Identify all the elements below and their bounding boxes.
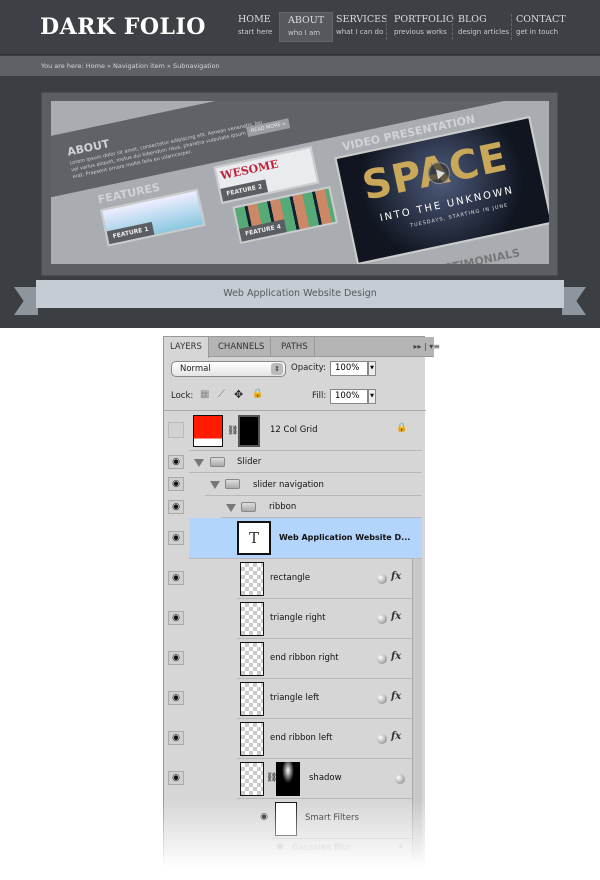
smart-filters-row[interactable]: Smart Filters	[272, 799, 422, 839]
layer-group-row[interactable]: slider navigation	[205, 473, 422, 496]
layer-group-row[interactable]: ribbon	[221, 496, 422, 518]
eye-icon[interactable]: ◉	[168, 691, 184, 705]
feature-2-label: FEATURE 2	[220, 179, 269, 202]
website-mockup: DARK FOLIO HOME start here ABOUT who I am …	[0, 0, 600, 328]
fx-icon: fx	[391, 571, 402, 582]
smart-object-thumbnail	[240, 602, 264, 636]
scrollbar[interactable]	[412, 559, 422, 859]
feature-1-label: FEATURE 1	[106, 221, 155, 245]
panel-menu-icon[interactable]: ▸▸ | ▾≡	[413, 342, 440, 351]
smart-object-thumbnail	[240, 722, 264, 756]
eye-icon[interactable]: ◉	[168, 500, 184, 514]
fx-icon: fx	[391, 651, 402, 662]
smart-object-thumbnail	[240, 562, 264, 596]
smart-object-thumbnail	[240, 642, 264, 676]
tab-layers[interactable]: LAYERS	[164, 337, 209, 358]
layer-row[interactable]: ⛓ 12 Col Grid 🔒	[189, 411, 422, 451]
opacity-input[interactable]: 100%	[330, 361, 368, 376]
blending-options-icon: ≚	[398, 843, 404, 851]
testimonials-heading: TESTIMONIALS	[428, 246, 522, 264]
ribbon-end-left	[14, 287, 38, 315]
smart-filter-icon	[377, 694, 387, 704]
layer-group-row[interactable]: Slider	[189, 451, 422, 473]
eye-icon[interactable]: ◉	[168, 611, 184, 625]
eye-icon[interactable]: ◉	[168, 651, 184, 665]
filter-row[interactable]: Gaussian Blur ≚	[272, 839, 422, 857]
smart-filter-icon	[377, 654, 387, 664]
updown-icon: ⇕	[271, 363, 283, 375]
slider-frame: ABOUT Lorem ipsum dolor sit amet, consec…	[41, 92, 558, 276]
lock-brush-icon[interactable]: ⟋	[218, 389, 225, 400]
layer-thumbnail	[193, 415, 223, 447]
ribbon-end-right	[562, 287, 586, 315]
smart-filter-icon	[395, 774, 405, 784]
fill-dropdown[interactable]: ▼	[368, 389, 376, 404]
expand-triangle-icon	[226, 504, 236, 512]
fx-icon: fx	[391, 691, 402, 702]
eye-icon[interactable]: ◉	[168, 771, 184, 785]
filter-mask-thumbnail	[275, 802, 297, 836]
eye-icon[interactable]: ◉	[168, 477, 184, 491]
site-header: DARK FOLIO HOME start here ABOUT who I am …	[0, 0, 600, 55]
lock-move-icon[interactable]: ✥	[234, 388, 243, 401]
opacity-dropdown[interactable]: ▼	[368, 361, 376, 376]
nav-home[interactable]: HOME start here	[230, 12, 280, 42]
mask-thumbnail	[238, 415, 260, 447]
layer-row-selected[interactable]: T Web Application Website D...	[189, 518, 422, 559]
eye-icon[interactable]: ◉	[168, 531, 184, 545]
smart-object-thumbnail	[240, 682, 264, 716]
layer-row[interactable]: end ribbon rightfx▼	[237, 639, 422, 679]
folder-icon	[225, 479, 240, 489]
nav-contact[interactable]: CONTACT get in touch	[508, 12, 574, 42]
lock-icon: 🔒	[396, 423, 408, 433]
layer-row[interactable]: end ribbon leftfx▼	[237, 719, 422, 759]
eye-icon[interactable]: ◉	[168, 731, 184, 745]
logo: DARK FOLIO	[40, 14, 206, 40]
slider-image: ABOUT Lorem ipsum dolor sit amet, consec…	[51, 101, 549, 264]
lock-label: Lock:	[171, 391, 194, 401]
visibility-toggle[interactable]	[168, 422, 184, 438]
fx-icon: fx	[391, 611, 402, 622]
fill-input[interactable]: 100%	[330, 389, 368, 404]
folder-icon	[241, 502, 256, 512]
expand-triangle-icon	[210, 481, 220, 489]
lock-all-icon[interactable]: 🔒	[252, 389, 263, 399]
link-icon: ⛓	[227, 426, 239, 436]
text-layer-icon: T	[237, 521, 271, 555]
tab-channels[interactable]: CHANNELS	[212, 337, 272, 357]
feature-4-label: FEATURE 4	[239, 219, 288, 242]
eye-icon[interactable]: ◉	[168, 455, 184, 469]
folder-icon	[210, 457, 225, 467]
tab-paths[interactable]: PATHS	[275, 337, 315, 357]
breadcrumb: You are here: Home » Navigation item » S…	[0, 56, 600, 76]
eye-icon[interactable]: ◉	[256, 811, 272, 825]
layers-panel: LAYERS CHANNELS PATHS ▸▸ | ▾≡ Normal ⇕ Op…	[163, 336, 440, 866]
wesome-text: WESOME	[219, 157, 280, 183]
opacity-label: Opacity:	[291, 363, 326, 373]
nav-about[interactable]: ABOUT who I am	[279, 12, 334, 42]
layer-row[interactable]: rectanglefx▼	[237, 559, 422, 599]
expand-triangle-icon	[194, 459, 204, 467]
eye-icon[interactable]: ◉	[168, 571, 184, 585]
blend-mode-select[interactable]: Normal ⇕	[171, 361, 286, 377]
panel-tabs: LAYERS CHANNELS PATHS ▸▸ | ▾≡	[164, 337, 440, 358]
smart-filter-icon	[377, 574, 387, 584]
layer-row[interactable]: triangle rightfx▼	[237, 599, 422, 639]
ribbon-caption: Web Application Website Design	[36, 280, 564, 308]
fill-label: Fill:	[312, 391, 327, 401]
lock-transparency-icon[interactable]: ▦	[200, 389, 209, 400]
fx-icon: fx	[391, 731, 402, 742]
smart-filter-icon	[377, 614, 387, 624]
mask-thumbnail	[276, 762, 300, 796]
layer-row[interactable]: ⛓shadow▲	[237, 759, 422, 799]
layer-row[interactable]: triangle leftfx▼	[237, 679, 422, 719]
nav-blog[interactable]: BLOG design articles	[450, 12, 517, 42]
smart-filter-icon	[377, 734, 387, 744]
smart-object-thumbnail	[240, 762, 264, 796]
